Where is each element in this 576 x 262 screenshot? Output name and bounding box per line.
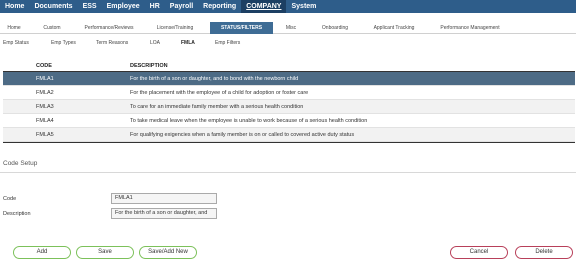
cell-description: To care for an immediate family member w… <box>130 104 304 110</box>
fmla-code-table: CODE DESCRIPTION FMLA1 For the birth of … <box>3 61 575 143</box>
cancel-button[interactable]: Cancel <box>450 246 508 259</box>
tab-performance-management[interactable]: Performance Management <box>427 22 513 34</box>
cell-description: For qualifying exigencies when a family … <box>130 132 355 138</box>
tab-home[interactable]: Home <box>0 22 28 34</box>
subtab-emp-filters[interactable]: Emp Filters <box>215 38 240 48</box>
column-header-code[interactable]: CODE <box>36 63 52 69</box>
description-field[interactable]: For the birth of a son or daughter, and <box>111 208 217 219</box>
cell-code: FMLA5 <box>36 132 54 138</box>
nav-company[interactable]: COMPANY <box>241 0 287 13</box>
table-row[interactable]: FMLA3 To care for an immediate family me… <box>3 100 575 114</box>
column-header-description[interactable]: DESCRIPTION <box>130 63 168 69</box>
nav-employee[interactable]: Employee <box>102 0 145 13</box>
tab-custom[interactable]: Custom <box>28 22 76 34</box>
cell-description: To take medical leave when the employee … <box>130 118 368 124</box>
nav-system[interactable]: System <box>286 0 321 13</box>
subtab-loa[interactable]: LOA <box>150 38 160 48</box>
description-label: Description <box>3 211 31 217</box>
nav-reporting[interactable]: Reporting <box>198 0 241 13</box>
add-button[interactable]: Add <box>13 246 71 259</box>
nav-ess[interactable]: ESS <box>78 0 102 13</box>
nav-home[interactable]: Home <box>0 0 29 13</box>
nav-payroll[interactable]: Payroll <box>165 0 198 13</box>
table-row[interactable]: FMLA1 For the birth of a son or daughter… <box>3 72 575 86</box>
cell-code: FMLA4 <box>36 118 54 124</box>
subtab-emp-types[interactable]: Emp Types <box>51 38 76 48</box>
code-label: Code <box>3 196 17 202</box>
cell-description: For the placement with the employee of a… <box>130 90 309 96</box>
table-row[interactable]: FMLA5 For qualifying exigencies when a f… <box>3 128 575 142</box>
delete-button[interactable]: Delete <box>515 246 573 259</box>
table-row[interactable]: FMLA2 For the placement with the employe… <box>3 86 575 100</box>
save-button[interactable]: Save <box>76 246 134 259</box>
table-header: CODE DESCRIPTION <box>3 61 575 72</box>
table-bottom-rule <box>3 142 575 143</box>
cell-code: FMLA1 <box>36 76 54 82</box>
section-title: Code Setup <box>3 160 38 167</box>
code-field[interactable]: FMLA1 <box>111 193 217 204</box>
tab-onboarding[interactable]: Onboarding <box>309 22 361 34</box>
tab-misc[interactable]: Misc <box>273 22 309 34</box>
nav-documents[interactable]: Documents <box>29 0 77 13</box>
subtab-term-reasons[interactable]: Term Reasons <box>96 38 128 48</box>
subtab-emp-status[interactable]: Emp Status <box>3 38 29 48</box>
cell-description: For the birth of a son or daughter, and … <box>130 76 299 82</box>
top-nav: Home Documents ESS Employee HR Payroll R… <box>0 0 576 13</box>
module-tabs: Home Custom Performance/Reviews License/… <box>0 22 576 34</box>
section-divider <box>0 172 576 173</box>
subtab-fmla[interactable]: FMLA <box>181 38 195 48</box>
cell-code: FMLA2 <box>36 90 54 96</box>
table-row[interactable]: FMLA4 To take medical leave when the emp… <box>3 114 575 128</box>
tab-status-filters[interactable]: STATUS/FILTERS <box>210 22 273 34</box>
tab-license-training[interactable]: License/Training <box>142 22 208 34</box>
tab-performance-reviews[interactable]: Performance/Reviews <box>76 22 142 34</box>
nav-hr[interactable]: HR <box>145 0 165 13</box>
save-add-new-button[interactable]: Save/Add New <box>139 246 197 259</box>
cell-code: FMLA3 <box>36 104 54 110</box>
tab-applicant-tracking[interactable]: Applicant Tracking <box>361 22 427 34</box>
